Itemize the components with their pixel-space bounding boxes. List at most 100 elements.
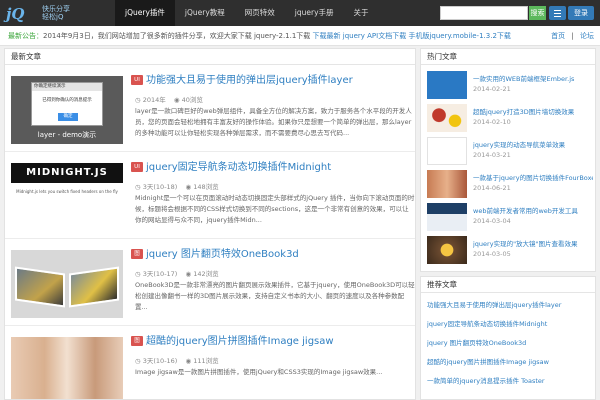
article-title-link[interactable]: UI jquery固定导航条动态切换插件Midnight bbox=[131, 161, 415, 175]
article-views: 148浏览 bbox=[193, 183, 219, 191]
article-date: 3天(10-17) bbox=[142, 270, 178, 278]
panel-title: 最新文章 bbox=[5, 49, 415, 65]
category-badge: UI bbox=[131, 162, 143, 172]
article-title: 超酷的jquery图片拼图插件Image jigsaw bbox=[146, 336, 334, 347]
nav-item-effects[interactable]: 网页特效 bbox=[235, 0, 285, 26]
nav-item-tutorials[interactable]: jQuery教程 bbox=[175, 0, 235, 26]
notice-bar: 最新公告：2014年9月3日，我们网站增加了很多新的插件分享，欢迎大家下载 jq… bbox=[0, 26, 600, 46]
top-navbar: jQ酷 快乐分享 轻松jQ jQuery插件 jQuery教程 网页特效 jqu… bbox=[0, 0, 600, 43]
nav-item-plugins[interactable]: jQuery插件 bbox=[115, 0, 175, 26]
article-summary: OneBook3D是一款非常漂亮的图片翻页展示效果插件，它基于jquery，使用… bbox=[135, 281, 415, 311]
eye-icon: ◉ bbox=[173, 96, 180, 104]
article-date: 2014年 bbox=[142, 96, 166, 104]
clock-icon: ◷ bbox=[135, 96, 141, 104]
hot-article-date: 2014-03-05 bbox=[473, 250, 511, 258]
rec-article-link[interactable]: 一款简单的jquery消息提示插件 Toaster bbox=[427, 375, 593, 387]
hot-article-item[interactable]: jquery实现的"放大镜"图片查看效果 2014-03-05 bbox=[427, 236, 593, 264]
hot-article-title: 一款实用的WEB前端框架Ember.js bbox=[473, 75, 575, 83]
hot-article-title: jquery实现的动态导航菜单效果 bbox=[473, 141, 566, 149]
article-title-link[interactable]: 图 jquery 图片翻页特效OneBook3d bbox=[131, 248, 415, 262]
article-title: 功能强大且易于使用的弹出层jquery插件layer bbox=[146, 75, 353, 86]
article-meta: ◷ 3天(10-16) ◉ 111浏览 bbox=[135, 355, 219, 365]
notice-mid[interactable]: 下载最新 jquery API文档下载 手机版jquery.mobile-1.3… bbox=[310, 32, 511, 40]
logo-mark: jQ酷 bbox=[6, 5, 25, 43]
notice-home-link[interactable]: 首页 bbox=[551, 32, 565, 40]
hot-article-date: 2014-06-21 bbox=[473, 184, 511, 192]
clock-icon: ◷ bbox=[135, 357, 141, 365]
thumb-midnight-sub: Midnight.js lets you switch fixed header… bbox=[16, 189, 118, 194]
hot-thumbnail bbox=[427, 137, 467, 165]
article-summary: Image jigsaw是一款图片拼图插件，使用jQuery和CSS3实现的Im… bbox=[135, 368, 383, 376]
search-button[interactable]: 搜索 bbox=[529, 6, 546, 20]
rec-article-link[interactable]: 功能强大且易于使用的弹出层jquery插件layer bbox=[427, 299, 593, 311]
hot-articles-panel: 热门文章 一款实用的WEB前端框架Ember.js 2014-02-21 超酷j… bbox=[420, 48, 596, 272]
article-meta: ◷ 3天(10-17) ◉ 142浏览 bbox=[135, 268, 219, 278]
notice-text[interactable]: 2014年9月3日，我们网站增加了很多新的插件分享，欢迎大家下载 jquery-… bbox=[43, 32, 310, 40]
article-thumbnail[interactable] bbox=[11, 337, 123, 399]
hot-article-item[interactable]: jquery实现的动态导航菜单效果 2014-03-21 bbox=[427, 137, 593, 165]
hot-article-item[interactable]: 一款基于jquery的图片切换插件FourBoxes 2014-06-21 bbox=[427, 170, 593, 198]
clock-icon: ◷ bbox=[135, 183, 141, 191]
notice-prefix: 最新公告： bbox=[8, 32, 43, 40]
hot-panel-title: 热门文章 bbox=[421, 49, 595, 65]
rec-article-link[interactable]: jquery 图片翻页特效OneBook3d bbox=[427, 337, 593, 349]
hot-article-item[interactable]: 一款实用的WEB前端框架Ember.js 2014-02-21 bbox=[427, 71, 593, 99]
hot-article-date: 2014-03-04 bbox=[473, 217, 511, 225]
logo-tagline: 快乐分享 轻松jQ bbox=[42, 5, 70, 21]
article-thumbnail[interactable] bbox=[11, 250, 123, 318]
menu-icon[interactable] bbox=[549, 6, 566, 20]
logo-tagline-1: 快乐分享 bbox=[42, 5, 70, 13]
category-badge: 图 bbox=[131, 249, 143, 259]
hot-article-title: web前端开发者常用的web开发工具 bbox=[473, 207, 578, 215]
logo-tagline-2: 轻松jQ bbox=[42, 13, 64, 21]
nav-item-manual[interactable]: jquery手册 bbox=[285, 0, 344, 26]
article-summary: Midnight是一个可以在页面滚动时动态切换固定头部样式的jQuery 插件，… bbox=[135, 194, 415, 224]
hot-article-item[interactable]: 超酷jquery打造3D图片墙切换效果 2014-02-10 bbox=[427, 104, 593, 132]
article-title: jquery固定导航条动态切换插件Midnight bbox=[146, 162, 332, 173]
hot-article-date: 2014-02-10 bbox=[473, 118, 511, 126]
hot-thumbnail bbox=[427, 104, 467, 132]
article-item: 图 jquery 图片翻页特效OneBook3d ◷ 3天(10-17) ◉ 14… bbox=[5, 240, 415, 326]
article-title-link[interactable]: 图超酷的jquery图片拼图插件Image jigsaw bbox=[131, 335, 415, 349]
article-list-panel: 最新文章 你确定继续演示 已得到你确认的消息提示 确定 layer - demo… bbox=[4, 48, 416, 400]
site-logo[interactable]: jQ酷 快乐分享 轻松jQ bbox=[4, 3, 114, 43]
rec-article-link[interactable]: jquery固定导航条动态切换插件Midnight bbox=[427, 318, 593, 330]
article-item: 图超酷的jquery图片拼图插件Image jigsaw ◷ 3天(10-16)… bbox=[5, 327, 415, 399]
category-badge: 图 bbox=[131, 336, 143, 346]
nav-item-about[interactable]: 关于 bbox=[344, 0, 379, 26]
article-meta: ◷ 3天(10-18) ◉ 148浏览 bbox=[135, 181, 219, 191]
eye-icon: ◉ bbox=[185, 183, 192, 191]
hot-article-title: 超酷jquery打造3D图片墙切换效果 bbox=[473, 108, 575, 116]
hot-article-item[interactable]: web前端开发者常用的web开发工具 2014-03-04 bbox=[427, 203, 593, 231]
thumb-caption: layer - demo演示 bbox=[37, 131, 97, 139]
thumb-midnight-logo: MIDNIGHT.JS bbox=[11, 163, 123, 183]
notice-forum-link[interactable]: 论坛 bbox=[580, 32, 594, 40]
search-input[interactable] bbox=[440, 6, 528, 20]
article-meta: ◷ 2014年 ◉ 40浏览 bbox=[135, 94, 203, 104]
article-title-link[interactable]: UI 功能强大且易于使用的弹出层jquery插件layer bbox=[131, 74, 415, 88]
thumb-dialog-title: 你确定继续演示 bbox=[32, 83, 102, 91]
hot-thumbnail bbox=[427, 236, 467, 264]
recommended-panel: 推荐文章 功能强大且易于使用的弹出层jquery插件layer jquery固定… bbox=[420, 276, 596, 400]
article-item: MIDNIGHT.JS Midnight.js lets you switch … bbox=[5, 153, 415, 239]
login-button[interactable]: 登录 bbox=[568, 6, 594, 20]
article-title: jquery 图片翻页特效OneBook3d bbox=[146, 249, 299, 260]
article-views: 142浏览 bbox=[193, 270, 219, 278]
article-date: 3天(10-16) bbox=[142, 357, 178, 365]
article-summary: layer是一款口碑巨好的web弹层组件，具备全方位的解决方案，致力于服务各个水… bbox=[135, 107, 412, 137]
article-views: 111浏览 bbox=[193, 357, 219, 365]
rec-article-link[interactable]: 超酷的jquery图片拼图插件Image jigsaw bbox=[427, 356, 593, 368]
hot-article-title: 一款基于jquery的图片切换插件FourBoxes bbox=[473, 174, 593, 182]
eye-icon: ◉ bbox=[185, 357, 192, 365]
thumb-dialog-text: 已得到你确认的消息提示 bbox=[42, 98, 92, 103]
notice-right-links: 首页 | 论坛 bbox=[551, 32, 594, 40]
hot-article-date: 2014-02-21 bbox=[473, 85, 511, 93]
eye-icon: ◉ bbox=[185, 270, 192, 278]
article-thumbnail[interactable]: MIDNIGHT.JS Midnight.js lets you switch … bbox=[11, 163, 123, 231]
article-item: 你确定继续演示 已得到你确认的消息提示 确定 layer - demo演示 UI… bbox=[5, 66, 415, 152]
rec-panel-title: 推荐文章 bbox=[421, 277, 595, 293]
article-thumbnail[interactable]: 你确定继续演示 已得到你确认的消息提示 确定 layer - demo演示 bbox=[11, 76, 123, 144]
category-badge: UI bbox=[131, 75, 143, 85]
main-nav: jQuery插件 jQuery教程 网页特效 jquery手册 关于 bbox=[115, 0, 379, 26]
hot-thumbnail bbox=[427, 170, 467, 198]
